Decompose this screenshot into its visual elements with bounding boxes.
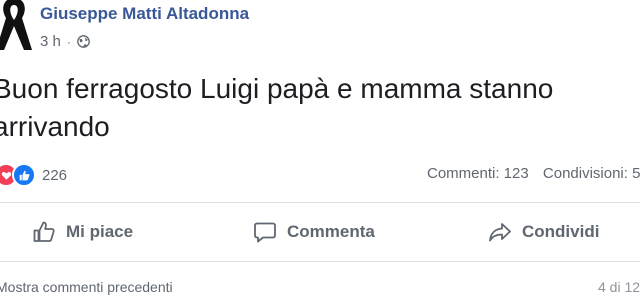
comment-bubble-icon (254, 222, 276, 243)
engagement-counts: Commenti: 123 Condivisioni: 5 (427, 165, 640, 182)
divider (0, 261, 640, 262)
share-button[interactable]: Condividi (488, 203, 599, 261)
comment-button-label: Commenta (287, 222, 375, 241)
share-button-label: Condividi (522, 222, 600, 241)
post-text: Buon ferragosto Luigi papà e mamma stann… (0, 73, 554, 142)
comments-pager: 4 di 123 (598, 279, 640, 295)
post-actions-bar: Mi piace Commenta Condividi (0, 203, 640, 261)
globe-icon[interactable] (77, 35, 90, 48)
shares-count-link[interactable]: Condivisioni: 5 (543, 165, 640, 182)
post-meta: 3 h · (40, 33, 90, 50)
reaction-summary[interactable]: 226 (0, 163, 67, 187)
like-button-label: Mi piace (66, 222, 134, 241)
share-arrow-icon (489, 223, 511, 242)
comments-count-link[interactable]: Commenti: 123 (427, 165, 529, 182)
reaction-count: 226 (42, 166, 68, 184)
post-author[interactable]: Giuseppe Matti Altadonna (40, 4, 249, 24)
like-button[interactable]: Mi piace (32, 203, 133, 261)
mourning-ribbon-icon (0, 0, 32, 50)
comment-button[interactable]: Commenta (253, 203, 375, 261)
avatar[interactable] (0, 0, 36, 52)
show-previous-comments-link[interactable]: Mostra commenti precedenti (0, 279, 173, 295)
meta-separator: · (66, 34, 71, 49)
thumbs-up-icon (33, 221, 55, 242)
post-time[interactable]: 3 h (40, 33, 61, 50)
like-reaction-icon (12, 163, 36, 187)
